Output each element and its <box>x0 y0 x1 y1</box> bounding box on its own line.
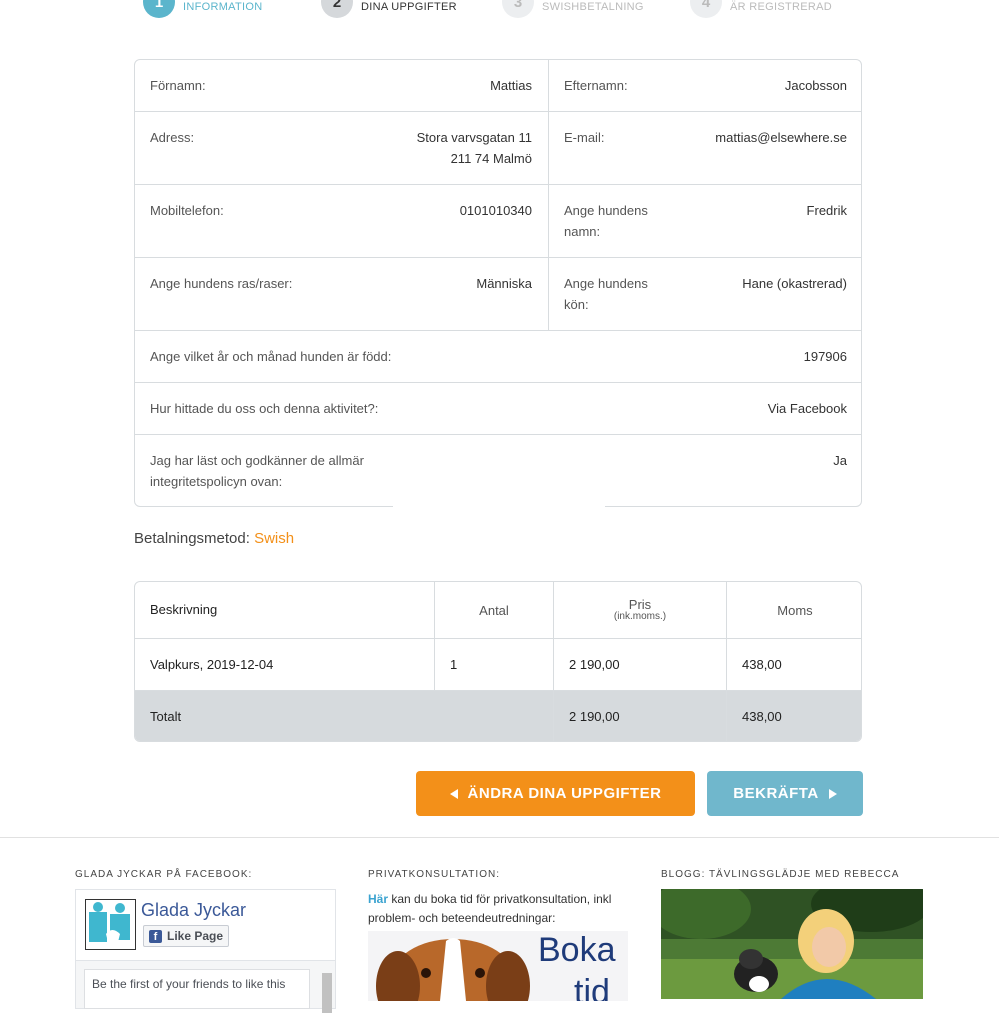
hund-namn-value: Fredrik <box>806 203 847 218</box>
blog-heading: BLOGG: TÄVLINGSGLÄDJE MED REBECCA <box>661 869 900 880</box>
fodd-value: 197906 <box>803 349 847 364</box>
villkor-value: Ja <box>833 453 847 468</box>
glada-jyckar-logo-icon[interactable] <box>85 899 136 950</box>
facebook-widget: Glada Jyckar f Like Page Be the first of… <box>75 889 336 1013</box>
header-pris-sub: (ink.moms.) <box>613 611 667 622</box>
fb-feed: Be the first of your friends to like thi… <box>76 960 335 1013</box>
row-moms: 438,00 <box>742 657 782 672</box>
ras-label: Ange hundens ras/raser: <box>150 276 293 291</box>
step-2: 2 DINA UPPGIFTER <box>321 0 457 18</box>
step-label: ÄR REGISTRERAD <box>730 1 832 13</box>
blog-image[interactable] <box>661 889 923 999</box>
hittade-label: Hur hittade du oss och denna aktivitet?: <box>150 401 379 416</box>
kon-label-2: kön: <box>564 297 589 312</box>
step-label: SWISHBETALNING <box>542 1 644 13</box>
fb-page-name[interactable]: Glada Jyckar <box>141 900 246 921</box>
confirm-button[interactable]: BEKRÄFTA <box>707 771 863 816</box>
villkor-label: Jag har läst och godkänner de allmär <box>150 453 364 468</box>
mobil-value: 0101010340 <box>459 203 532 218</box>
row-pris: 2 190,00 <box>569 657 620 672</box>
beagle-image <box>368 931 538 1001</box>
adress-line2: 211 74 Malmö <box>450 151 532 166</box>
mobil-label: Mobiltelefon: <box>150 203 224 218</box>
privat-description: kan du boka tid för privatkonsultation, … <box>368 892 612 925</box>
fb-like-label: Like Page <box>167 929 224 943</box>
change-details-label: ÄNDRA DINA UPPGIFTER <box>467 785 662 802</box>
tid-text: tid <box>574 973 610 1001</box>
row-antal: 1 <box>450 657 458 672</box>
footer-divider <box>0 837 999 838</box>
fb-friends-text: Be the first of your friends to like thi… <box>92 977 286 991</box>
privat-link[interactable]: Här <box>368 892 388 906</box>
step-1: 1 INFORMATION <box>143 0 262 18</box>
payment-method-value: Swish <box>254 530 295 547</box>
header-pris: Pris <box>628 597 652 612</box>
facebook-heading: GLADA JYCKAR PÅ FACEBOOK: <box>75 869 253 880</box>
step-label: DINA UPPGIFTER <box>361 1 457 13</box>
fb-scrollbar[interactable] <box>322 973 332 1013</box>
ras-value: Människa <box>476 276 532 291</box>
change-details-button[interactable]: ÄNDRA DINA UPPGIFTER <box>416 771 695 816</box>
step-3: 3 SWISHBETALNING <box>502 0 644 18</box>
hund-namn-label-2: namn: <box>564 224 601 239</box>
efternamn-label: Efternamn: <box>564 78 628 93</box>
privat-text: Här kan du boka tid för privatkonsultati… <box>368 890 628 928</box>
total-label: Totalt <box>150 709 182 724</box>
header-moms: Moms <box>777 603 813 618</box>
total-pris: 2 190,00 <box>569 709 620 724</box>
hund-namn-label: Ange hundens <box>564 203 648 218</box>
arrow-left-icon <box>449 788 458 799</box>
step-number: 2 <box>321 0 353 18</box>
fornamn-value: Mattias <box>490 78 532 93</box>
adress-line1: Stora varvsgatan 11 <box>416 130 532 145</box>
kon-label: Ange hundens <box>564 276 648 291</box>
step-number: 3 <box>502 0 534 18</box>
boka-tid-banner[interactable]: Boka tid <box>368 931 628 1001</box>
confirm-label: BEKRÄFTA <box>733 785 819 802</box>
step-label: INFORMATION <box>183 1 263 13</box>
facebook-icon: f <box>149 929 162 943</box>
step-number: 1 <box>143 0 175 18</box>
payment-method: Betalningsmetod: Swish <box>134 530 294 547</box>
villkor-label-2: integritetspolicyn ovan: <box>150 474 283 489</box>
arrow-right-icon <box>828 788 837 799</box>
order-table: Beskrivning Antal Pris (ink.moms.) Moms … <box>134 581 862 742</box>
boka-text: Boka <box>538 931 616 969</box>
fodd-label: Ange vilket år och månad hunden är född: <box>150 349 392 364</box>
hittade-value: Via Facebook <box>767 401 847 416</box>
step-4: 4 ÄR REGISTRERAD <box>690 0 832 18</box>
row-beskrivning: Valpkurs, 2019-12-04 <box>150 657 274 672</box>
header-antal: Antal <box>479 603 509 618</box>
kon-value: Hane (okastrerad) <box>742 276 847 291</box>
header-beskrivning: Beskrivning <box>150 602 218 617</box>
privat-heading: PRIVATKONSULTATION: <box>368 869 500 880</box>
fb-like-button[interactable]: f Like Page <box>143 925 229 947</box>
email-label: E-mail: <box>564 130 605 145</box>
total-moms: 438,00 <box>742 709 782 724</box>
adress-label: Adress: <box>150 130 195 145</box>
fornamn-label: Förnamn: <box>150 78 206 93</box>
step-number: 4 <box>690 0 722 18</box>
fb-friends-card: Be the first of your friends to like thi… <box>84 969 310 1009</box>
efternamn-value: Jacobsson <box>784 78 847 93</box>
registration-summary: Förnamn: Mattias Efternamn: Jacobsson Ad… <box>134 59 862 510</box>
payment-method-label: Betalningsmetod: <box>134 530 250 547</box>
email-value: mattias@elsewhere.se <box>715 130 847 145</box>
